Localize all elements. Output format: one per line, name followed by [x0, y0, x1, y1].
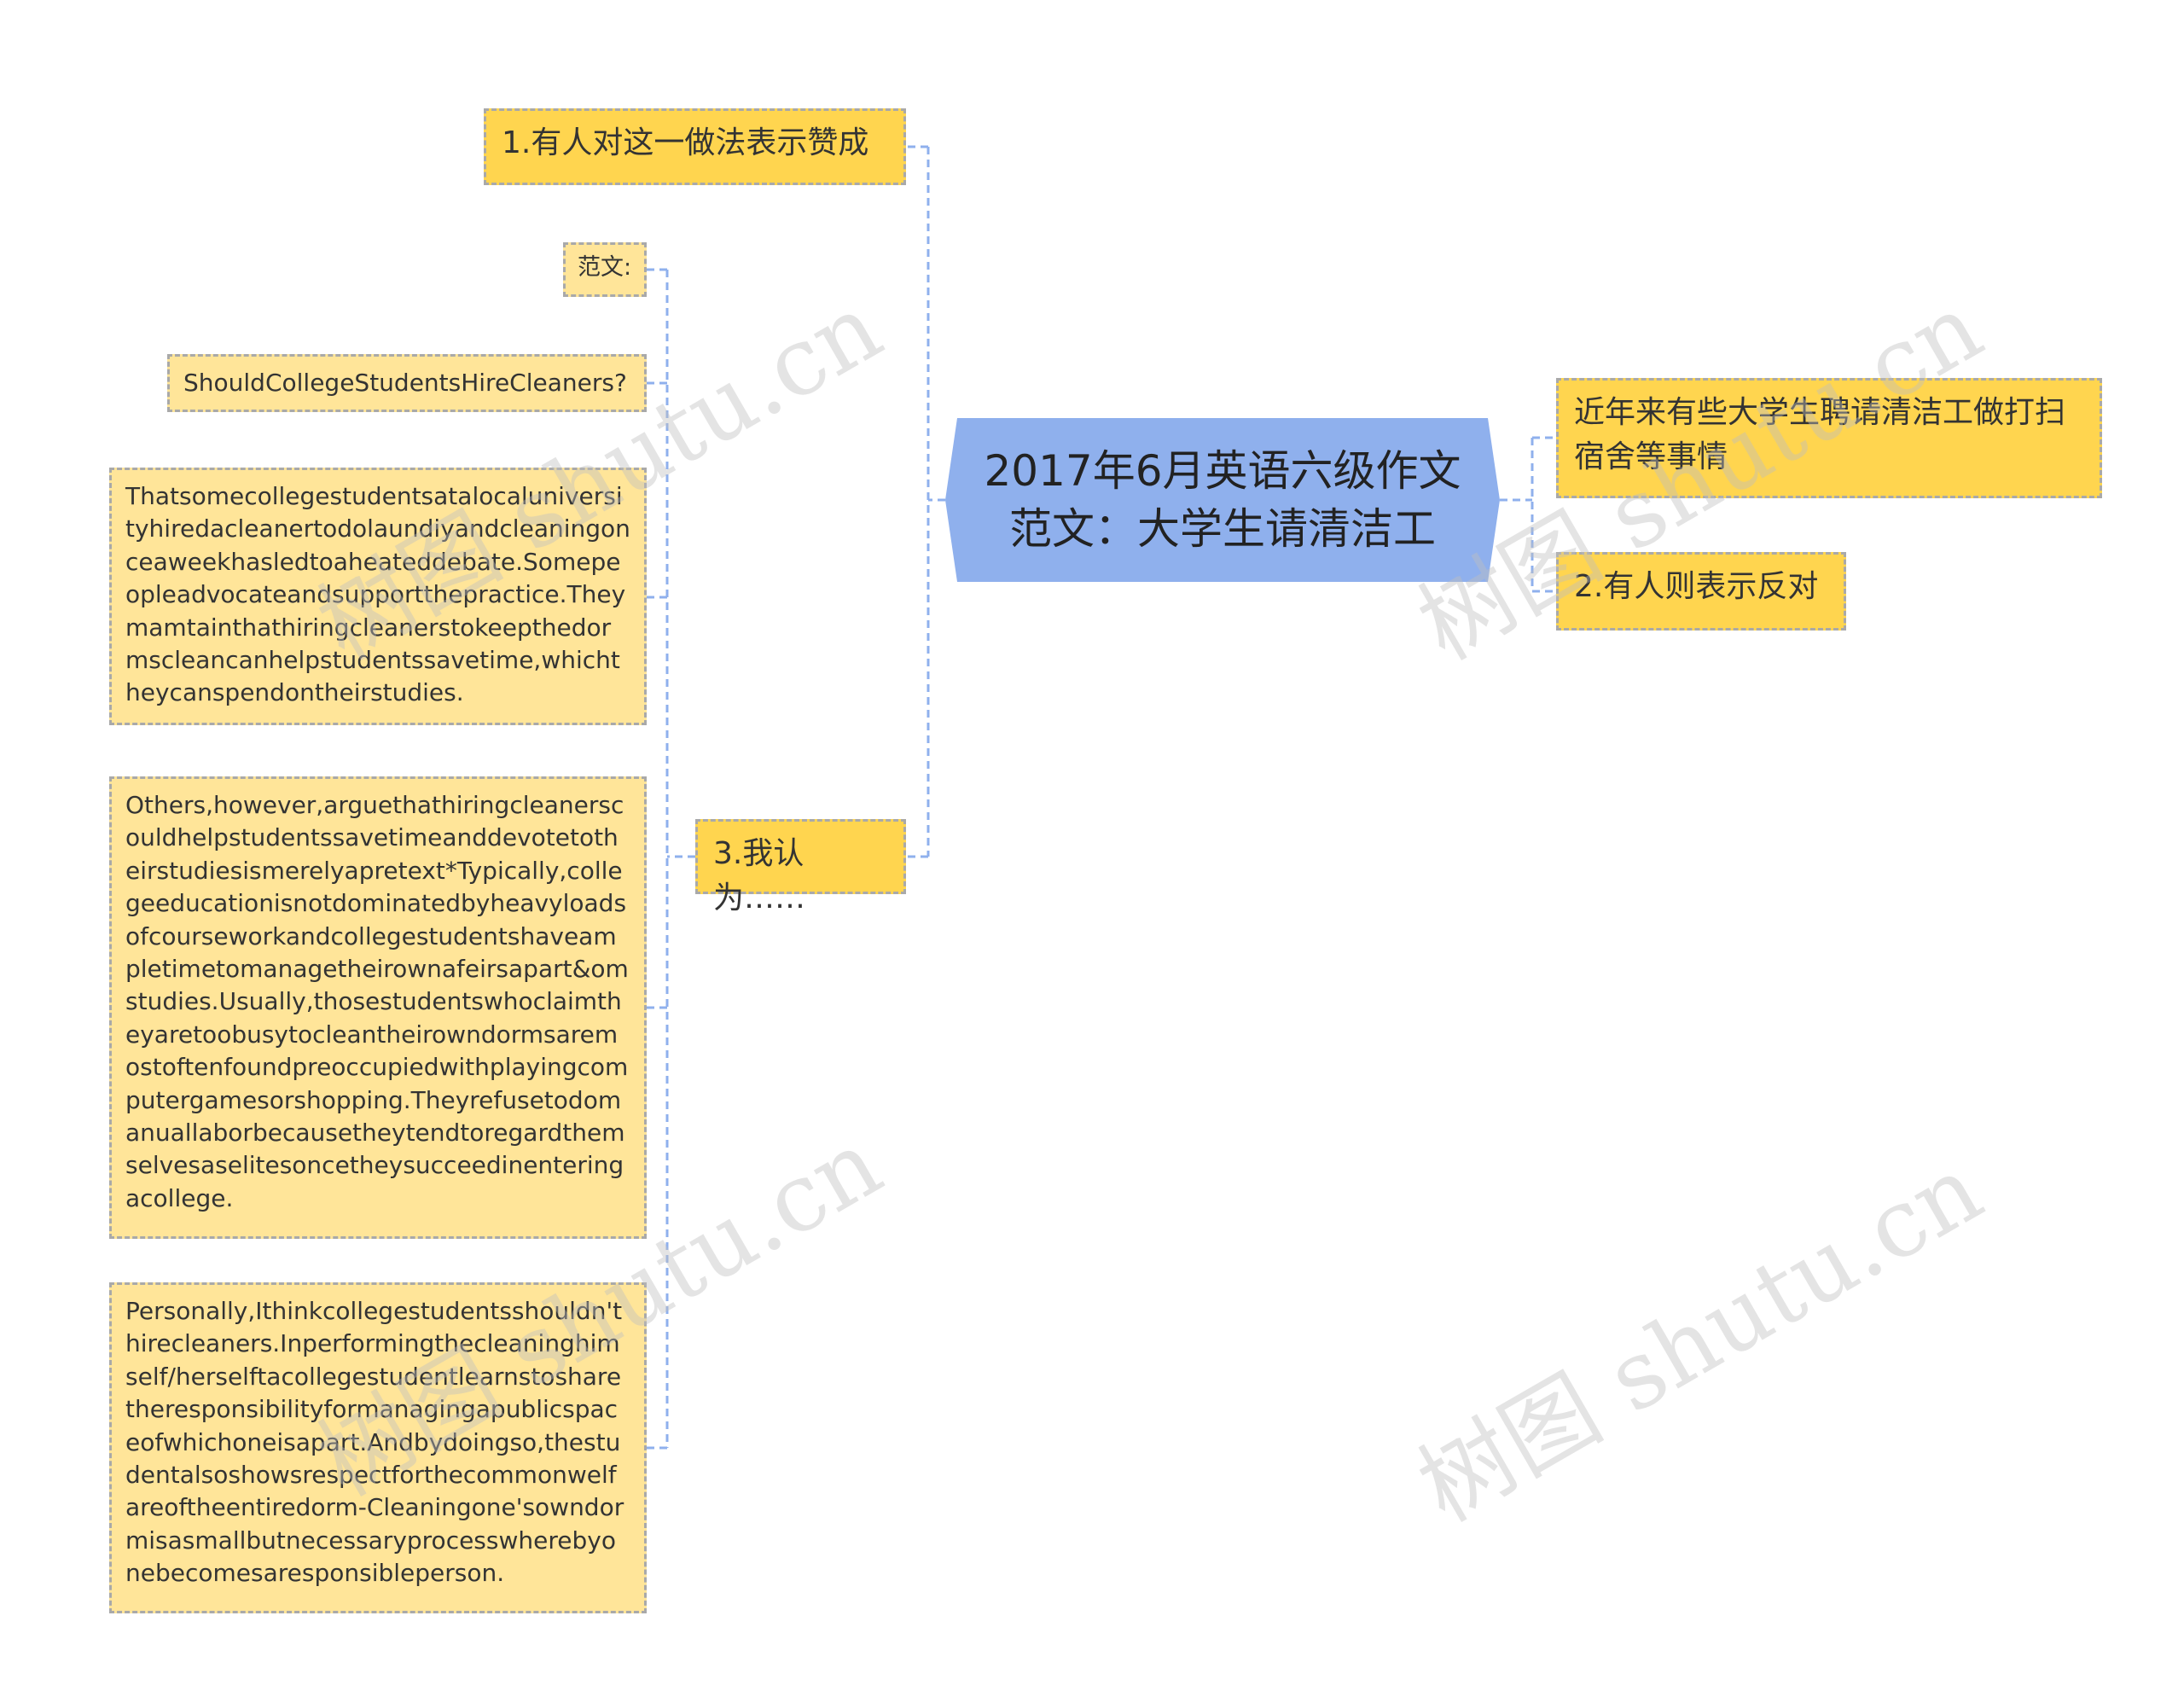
- left-topic-supporters-label: 1.有人对这一做法表示赞成: [502, 125, 869, 160]
- child-paragraph-3-text: Personally,Ithinkcollegestudentsshouldn'…: [125, 1297, 624, 1588]
- right-topic-opponents-label: 2.有人则表示反对: [1574, 569, 1819, 604]
- left-topic-my-view-label: 3.我认为……: [713, 836, 806, 915]
- child-sample-essay-text: 范文:: [578, 254, 632, 281]
- root-topic[interactable]: 2017年6月英语六级作文 范文：大学生请清洁工: [945, 418, 1500, 582]
- child-paragraph-2-text: Others,however,arguethathiringcleanersco…: [125, 791, 629, 1212]
- child-sample-essay-label[interactable]: 范文:: [563, 242, 647, 297]
- root-title-line1: 2017年6月英语六级作文: [984, 446, 1461, 496]
- left-topic-supporters[interactable]: 1.有人对这一做法表示赞成: [484, 108, 906, 185]
- child-paragraph-1[interactable]: Thatsomecollegestudentsatalocaluniversit…: [109, 468, 647, 725]
- child-paragraph-3[interactable]: Personally,Ithinkcollegestudentsshouldn'…: [109, 1282, 647, 1613]
- child-essay-title-text: ShouldCollegeStudentsHireCleaners?: [183, 369, 627, 397]
- child-essay-title[interactable]: ShouldCollegeStudentsHireCleaners?: [167, 354, 647, 412]
- left-topic-my-view[interactable]: 3.我认为……: [695, 819, 906, 915]
- right-topic-background[interactable]: 近年来有些大学生聘请清洁工做打扫宿舍等事情: [1556, 378, 2102, 498]
- child-paragraph-2[interactable]: Others,however,arguethathiringcleanersco…: [109, 776, 647, 1239]
- root-title: 2017年6月英语六级作文 范文：大学生请清洁工: [984, 442, 1461, 558]
- right-topic-background-label: 近年来有些大学生聘请清洁工做打扫宿舍等事情: [1574, 395, 2066, 474]
- right-topic-opponents[interactable]: 2.有人则表示反对: [1556, 552, 1846, 631]
- root-title-line2: 范文：大学生请清洁工: [1009, 504, 1436, 554]
- child-paragraph-1-text: Thatsomecollegestudentsatalocaluniversit…: [125, 482, 630, 707]
